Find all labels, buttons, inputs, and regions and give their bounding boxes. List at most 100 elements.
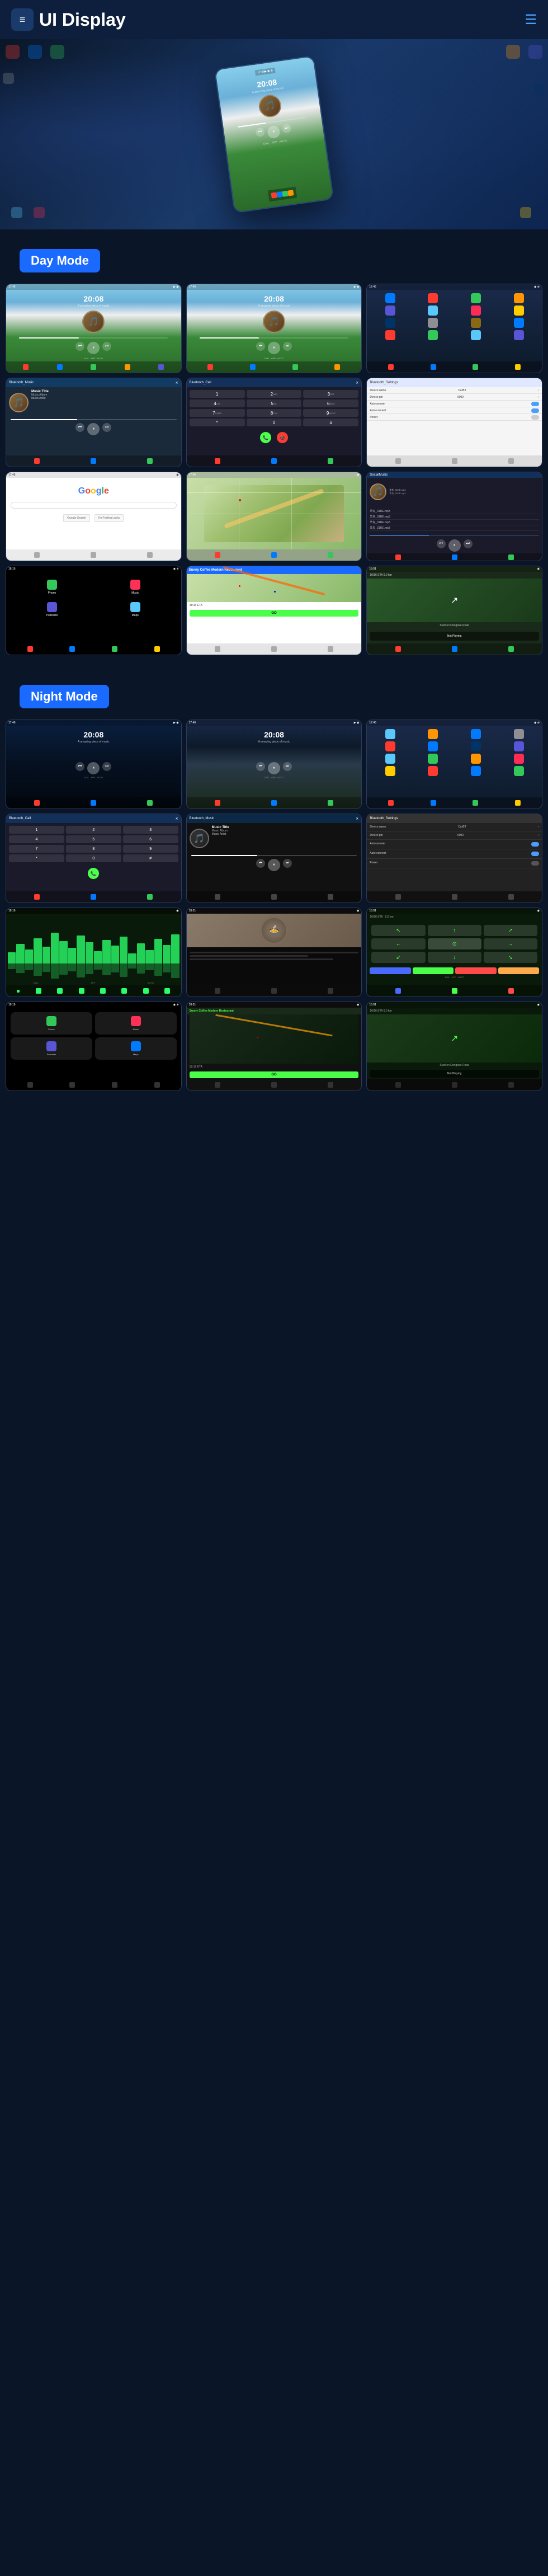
night-app-10[interactable] [428,754,438,764]
night-key-7[interactable]: 7 [9,845,64,853]
night-key-9[interactable]: 9 [123,845,178,853]
night-key-hash-2[interactable]: # [123,854,178,862]
app-icon-15[interactable] [471,330,481,340]
bt-prev-btn[interactable]: ⏮ [75,423,84,432]
nav-arrow-tr[interactable]: ↗ [484,925,537,936]
color-orange[interactable] [498,967,539,974]
bt-play-btn[interactable]: ⏸ [87,423,100,435]
night-app-4[interactable] [514,729,524,739]
nav-arrow-bl[interactable]: ↙ [371,952,425,963]
app-icon-3[interactable] [471,293,481,303]
key-hash[interactable]: # [303,419,358,426]
color-blue[interactable] [370,967,410,974]
night-play-2[interactable]: ⏸ [268,762,280,774]
night-app-9[interactable] [385,754,395,764]
key-9[interactable]: 9WXYZ [303,409,358,417]
bt-music-close[interactable]: ✕ [176,381,178,385]
play-btn-2[interactable]: ⏸ [268,342,280,354]
go-button[interactable]: GO [190,610,359,617]
social-prev[interactable]: ⏮ [437,539,446,548]
app-icon-12[interactable] [514,318,524,328]
night-app-6[interactable] [428,741,438,751]
social-item-4[interactable]: 华东_31RE.mp3 [370,525,539,531]
night-bt-play[interactable]: ⏸ [268,859,280,871]
color-green[interactable] [413,967,453,974]
next-btn-2[interactable]: ⏭ [283,342,292,351]
app-icon-10[interactable] [428,318,438,328]
google-search-bar[interactable] [11,502,177,509]
night-bt-call-close[interactable]: ✕ [176,817,178,821]
night-key-star-2[interactable]: * [9,854,64,862]
key-3[interactable]: 3DEF [303,390,358,398]
carplay-podcast[interactable]: Podcasts [12,600,92,619]
app-icon-11[interactable] [471,318,481,328]
social-item-2[interactable]: 华东_31RE.mp3 [370,514,539,520]
app-icon-2[interactable] [428,293,438,303]
nav-arrow-r[interactable]: → [484,938,537,949]
night-prev-1[interactable]: ⏮ [75,762,84,771]
key-6[interactable]: 6MNO [303,399,358,407]
night-app-11[interactable] [471,754,481,764]
app-icon-5[interactable] [385,305,395,316]
night-carplay-phone[interactable]: Phone [11,1012,92,1035]
night-app-15[interactable] [471,766,481,776]
social-play[interactable]: ⏸ [448,539,461,552]
night-app-8[interactable] [514,741,524,751]
night-power-toggle[interactable] [531,861,539,866]
night-key-1[interactable]: 1 [9,826,64,834]
night-prev-2[interactable]: ⏮ [256,762,265,771]
nav-arrow-t[interactable]: ↑ [428,925,481,936]
social-next[interactable]: ⏭ [464,539,473,548]
night-app-12[interactable] [514,754,524,764]
key-2[interactable]: 2ABC [247,390,302,398]
nav-arrow-b[interactable]: ↓ [428,952,481,963]
app-icon-6[interactable] [428,305,438,316]
night-app-14[interactable] [428,766,438,776]
auto-answer-toggle[interactable] [531,402,539,406]
night-app-3[interactable] [471,729,481,739]
play-btn[interactable]: ⏸ [267,125,281,139]
bt-call-close[interactable]: ✕ [356,381,358,385]
key-8[interactable]: 8TUV [247,409,302,417]
key-5[interactable]: 5JKL [247,399,302,407]
menu-icon[interactable]: ☰ [525,12,537,28]
call-btn[interactable]: 📞 [260,432,271,443]
app-icon-1[interactable] [385,293,395,303]
night-auto-answer-toggle[interactable] [531,842,539,847]
prev-btn[interactable]: ⏮ [255,127,265,137]
nav-arrow-tl[interactable]: ↖ [371,925,425,936]
carplay-phone[interactable]: Phone [12,577,92,597]
night-key-8[interactable]: 8 [66,845,121,853]
night-app-13[interactable] [385,766,395,776]
nav-arrow-l[interactable]: ← [371,938,425,949]
bt-next-btn[interactable]: ⏭ [102,423,111,432]
nav-arrow-c[interactable]: ⊙ [428,938,481,949]
app-icon-9[interactable] [385,318,395,328]
color-red[interactable] [455,967,496,974]
night-app-5[interactable] [385,741,395,751]
key-7[interactable]: 7PQRS [190,409,245,417]
night-key-3[interactable]: 3 [123,826,178,834]
prev-btn-2[interactable]: ⏮ [256,342,265,351]
night-app-7[interactable] [471,741,481,751]
night-app-2[interactable] [428,729,438,739]
next-btn-1[interactable]: ⏭ [102,342,111,351]
key-star[interactable]: * [190,419,245,426]
night-key-0[interactable]: 0 [66,854,121,862]
power-toggle[interactable] [531,415,539,420]
night-key-6[interactable]: 6 [123,835,178,843]
night-app-16[interactable] [514,766,524,776]
nav-arrow-br[interactable]: ↘ [484,952,537,963]
night-carplay-podcast[interactable]: Podcasts [11,1037,92,1060]
night-carplay-music[interactable]: Music [95,1012,177,1035]
google-search-btn[interactable]: Google Search [63,514,89,522]
night-next-1[interactable]: ⏭ [102,762,111,771]
app-icon-4[interactable] [514,293,524,303]
play-btn-1[interactable]: ⏸ [87,342,100,354]
app-icon-14[interactable] [428,330,438,340]
auto-connect-toggle[interactable] [531,408,539,413]
night-auto-connect-toggle[interactable] [531,852,539,856]
night-key-4[interactable]: 4 [9,835,64,843]
app-icon-16[interactable] [514,330,524,340]
app-icon-13[interactable] [385,330,395,340]
